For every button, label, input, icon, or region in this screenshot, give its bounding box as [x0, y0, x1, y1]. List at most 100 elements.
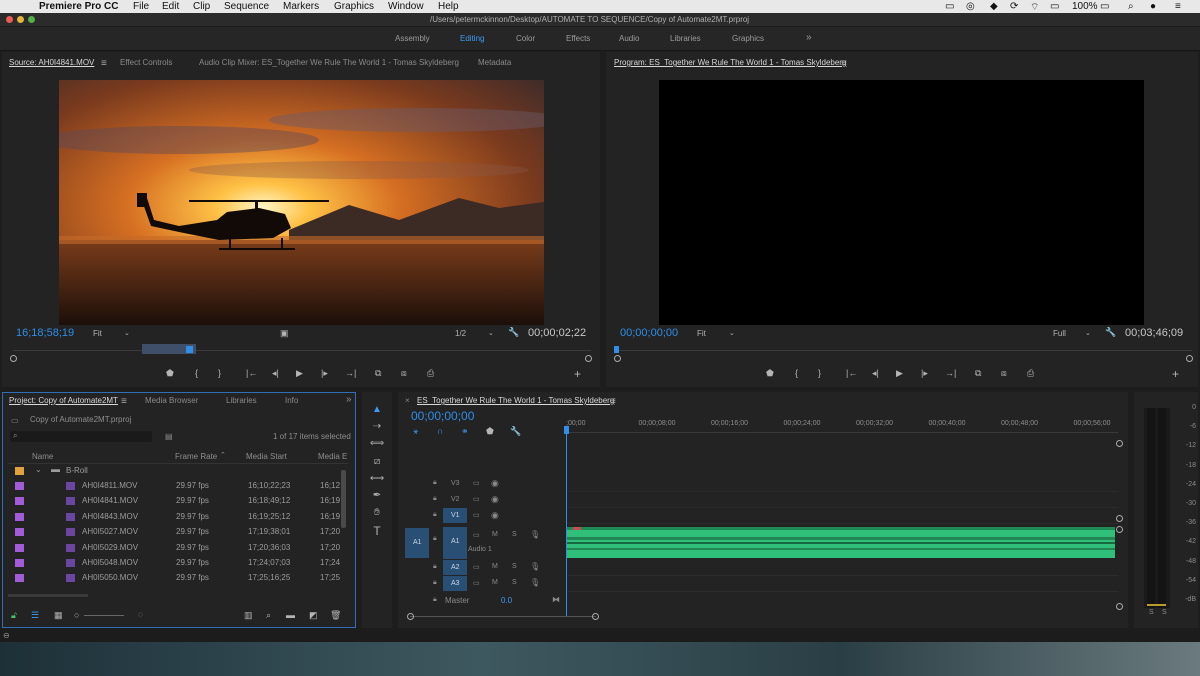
source-scrub-bar[interactable] [13, 350, 591, 351]
workspace-editing[interactable]: Editing [460, 34, 484, 43]
column-media-start[interactable]: Media Start [246, 452, 287, 461]
mute-button[interactable]: M [492, 531, 498, 538]
lock-icon[interactable]: 🔒︎ [433, 495, 437, 503]
workspace-color[interactable]: Color [516, 34, 535, 43]
extract-icon[interactable]: ⧈ [1001, 368, 1007, 379]
add-button-icon[interactable]: + [574, 367, 581, 381]
master-volume-value[interactable]: 0.0 [501, 596, 512, 605]
program-playhead[interactable] [614, 346, 619, 353]
go-to-out-icon[interactable]: →| [345, 368, 356, 378]
time-ruler[interactable]: ;00;00 00;00;08;00 00;00;16;00 00;00;24;00 0… [566, 418, 1118, 432]
menu-markers[interactable]: Markers [283, 1, 319, 12]
list-item[interactable]: AH0I5048.MOV 29.97 fps 17;24;07;03 17;24 [8, 556, 340, 571]
add-marker-icon[interactable]: ⬟ [766, 368, 774, 379]
go-to-out-icon[interactable]: →| [945, 368, 956, 378]
creative-cloud-icon[interactable]: ◎ [966, 1, 975, 12]
linked-selection-icon[interactable]: ⚭ [461, 426, 469, 437]
workspace-audio[interactable]: Audio [619, 34, 639, 43]
list-item[interactable]: AH0I4841.MOV 29.97 fps 16;18;49;12 16;19 [8, 494, 340, 509]
workspace-effects[interactable]: Effects [566, 34, 590, 43]
tab-metadata[interactable]: Metadata [478, 58, 511, 67]
source-playhead-timecode[interactable]: 16;18;58;19 [16, 327, 74, 339]
step-forward-icon[interactable]: |▸ [921, 368, 928, 379]
project-hscrollbar[interactable] [8, 594, 88, 597]
add-button-icon[interactable]: + [1172, 367, 1179, 381]
step-forward-icon[interactable]: |▸ [321, 368, 328, 379]
add-marker-icon[interactable]: ⬟ [166, 368, 174, 379]
list-item[interactable]: AH0I5029.MOV 29.97 fps 17;20;36;03 17;20 [8, 541, 340, 556]
source-menu-icon[interactable]: ≡ [101, 58, 107, 69]
chevron-down-icon[interactable]: ⌄ [729, 329, 735, 337]
lock-icon[interactable]: 🔓︎ [11, 610, 17, 621]
type-tool-icon[interactable]: T [368, 524, 386, 538]
program-video-frame[interactable] [659, 80, 1144, 325]
panel-overflow-icon[interactable]: » [346, 394, 352, 405]
wrench-icon[interactable]: 🔧 [508, 327, 519, 338]
minimize-window-button[interactable] [17, 16, 24, 23]
disclosure-triangle-icon[interactable]: ⌄ [35, 465, 42, 474]
slip-tool-icon[interactable]: ⟷ [368, 473, 386, 487]
overwrite-icon[interactable]: ⧈ [401, 368, 407, 379]
automate-to-sequence-icon[interactable]: ▥ [244, 610, 253, 621]
solo-button[interactable]: S [512, 563, 517, 570]
chevron-down-icon[interactable]: ⌄ [124, 329, 130, 337]
source-resolution-select[interactable]: 1/2 [455, 329, 466, 338]
tab-audio-clip-mixer[interactable]: Audio Clip Mixer: ES_Together We Rule Th… [199, 58, 459, 67]
eye-icon[interactable]: ◉ [491, 510, 499, 521]
column-frame-rate[interactable]: Frame Rate [175, 452, 217, 461]
pen-tool-icon[interactable]: ✒ [368, 490, 386, 504]
sync-icon[interactable]: ⟳ [1010, 1, 1018, 12]
video-zoom-handle[interactable] [1116, 440, 1123, 447]
notification-center-icon[interactable]: ≡ [1175, 1, 1181, 12]
tab-program[interactable]: Program: ES_Together We Rule The World 1… [614, 58, 846, 67]
source-video-frame[interactable] [59, 80, 544, 325]
program-resolution-select[interactable]: Full [1053, 329, 1066, 338]
display-icon[interactable]: ▭ [1050, 1, 1059, 12]
sequence-menu-icon[interactable]: ≡ [610, 396, 616, 407]
siri-icon[interactable]: ● [1150, 1, 1156, 12]
wrench-icon[interactable]: 🔧 [1105, 327, 1116, 338]
program-zoom-end-handle[interactable] [1186, 355, 1193, 362]
close-sequence-icon[interactable]: × [405, 396, 410, 405]
tab-info[interactable]: Info [285, 396, 298, 405]
spotlight-icon[interactable]: ⌕ [1128, 1, 1134, 12]
workspace-libraries[interactable]: Libraries [670, 34, 701, 43]
audio-clip-es-together[interactable] [567, 527, 1115, 558]
workspace-overflow[interactable]: » [806, 32, 812, 43]
airplay-icon[interactable]: ▭ [945, 1, 954, 12]
lock-icon[interactable]: 🔒︎ [433, 563, 437, 571]
insert-icon[interactable]: ⧉ [375, 368, 381, 379]
timeline-settings-wrench-icon[interactable]: 🔧 [510, 426, 521, 437]
hand-tool-icon[interactable]: ✋︎ [368, 507, 386, 521]
sync-lock-icon[interactable]: ▭ [473, 531, 480, 539]
lock-icon[interactable]: 🔒︎ [433, 596, 437, 604]
voice-over-mic-icon[interactable]: 🎙︎ [530, 530, 540, 539]
play-icon[interactable]: ▶ [896, 368, 903, 379]
program-playhead-timecode[interactable]: 00;00;00;00 [620, 327, 678, 339]
mark-out-icon[interactable]: } [818, 368, 821, 378]
program-menu-icon[interactable]: ≡ [841, 58, 847, 69]
step-back-icon[interactable]: ◂| [872, 368, 879, 379]
list-item[interactable]: AH0I5050.MOV 29.97 fps 17;25;16;25 17;25 [8, 571, 340, 586]
eye-icon[interactable]: ◉ [491, 478, 499, 489]
program-zoom-start-handle[interactable] [614, 355, 621, 362]
ripple-edit-tool-icon[interactable]: ⟺ [368, 438, 386, 452]
icon-view-icon[interactable]: ▦ [54, 610, 63, 621]
tab-effect-controls[interactable]: Effect Controls [120, 58, 172, 67]
video-zoom-handle-bottom[interactable] [1116, 515, 1123, 522]
zoom-window-button[interactable] [28, 16, 35, 23]
column-name[interactable]: Name [32, 452, 53, 461]
go-to-in-icon[interactable]: |← [246, 368, 257, 378]
lift-icon[interactable]: ⧉ [975, 368, 981, 379]
sort-ascending-icon[interactable]: ⌃ [220, 451, 226, 459]
add-marker-icon[interactable]: ⬟ [486, 426, 494, 437]
step-back-icon[interactable]: ◂| [272, 368, 279, 379]
timeline-playhead-timecode[interactable]: 00;00;00;00 [411, 409, 474, 423]
export-frame-icon[interactable]: ⎙ [1027, 368, 1034, 379]
go-to-in-icon[interactable]: |← [846, 368, 857, 378]
timeline-zoom-scrollbar[interactable] [410, 616, 596, 617]
mute-button[interactable]: M [492, 579, 498, 586]
timeline-zoom-start-handle[interactable] [407, 613, 414, 620]
new-item-icon[interactable]: ◩ [309, 610, 318, 621]
source-zoom-start-handle[interactable] [10, 355, 17, 362]
